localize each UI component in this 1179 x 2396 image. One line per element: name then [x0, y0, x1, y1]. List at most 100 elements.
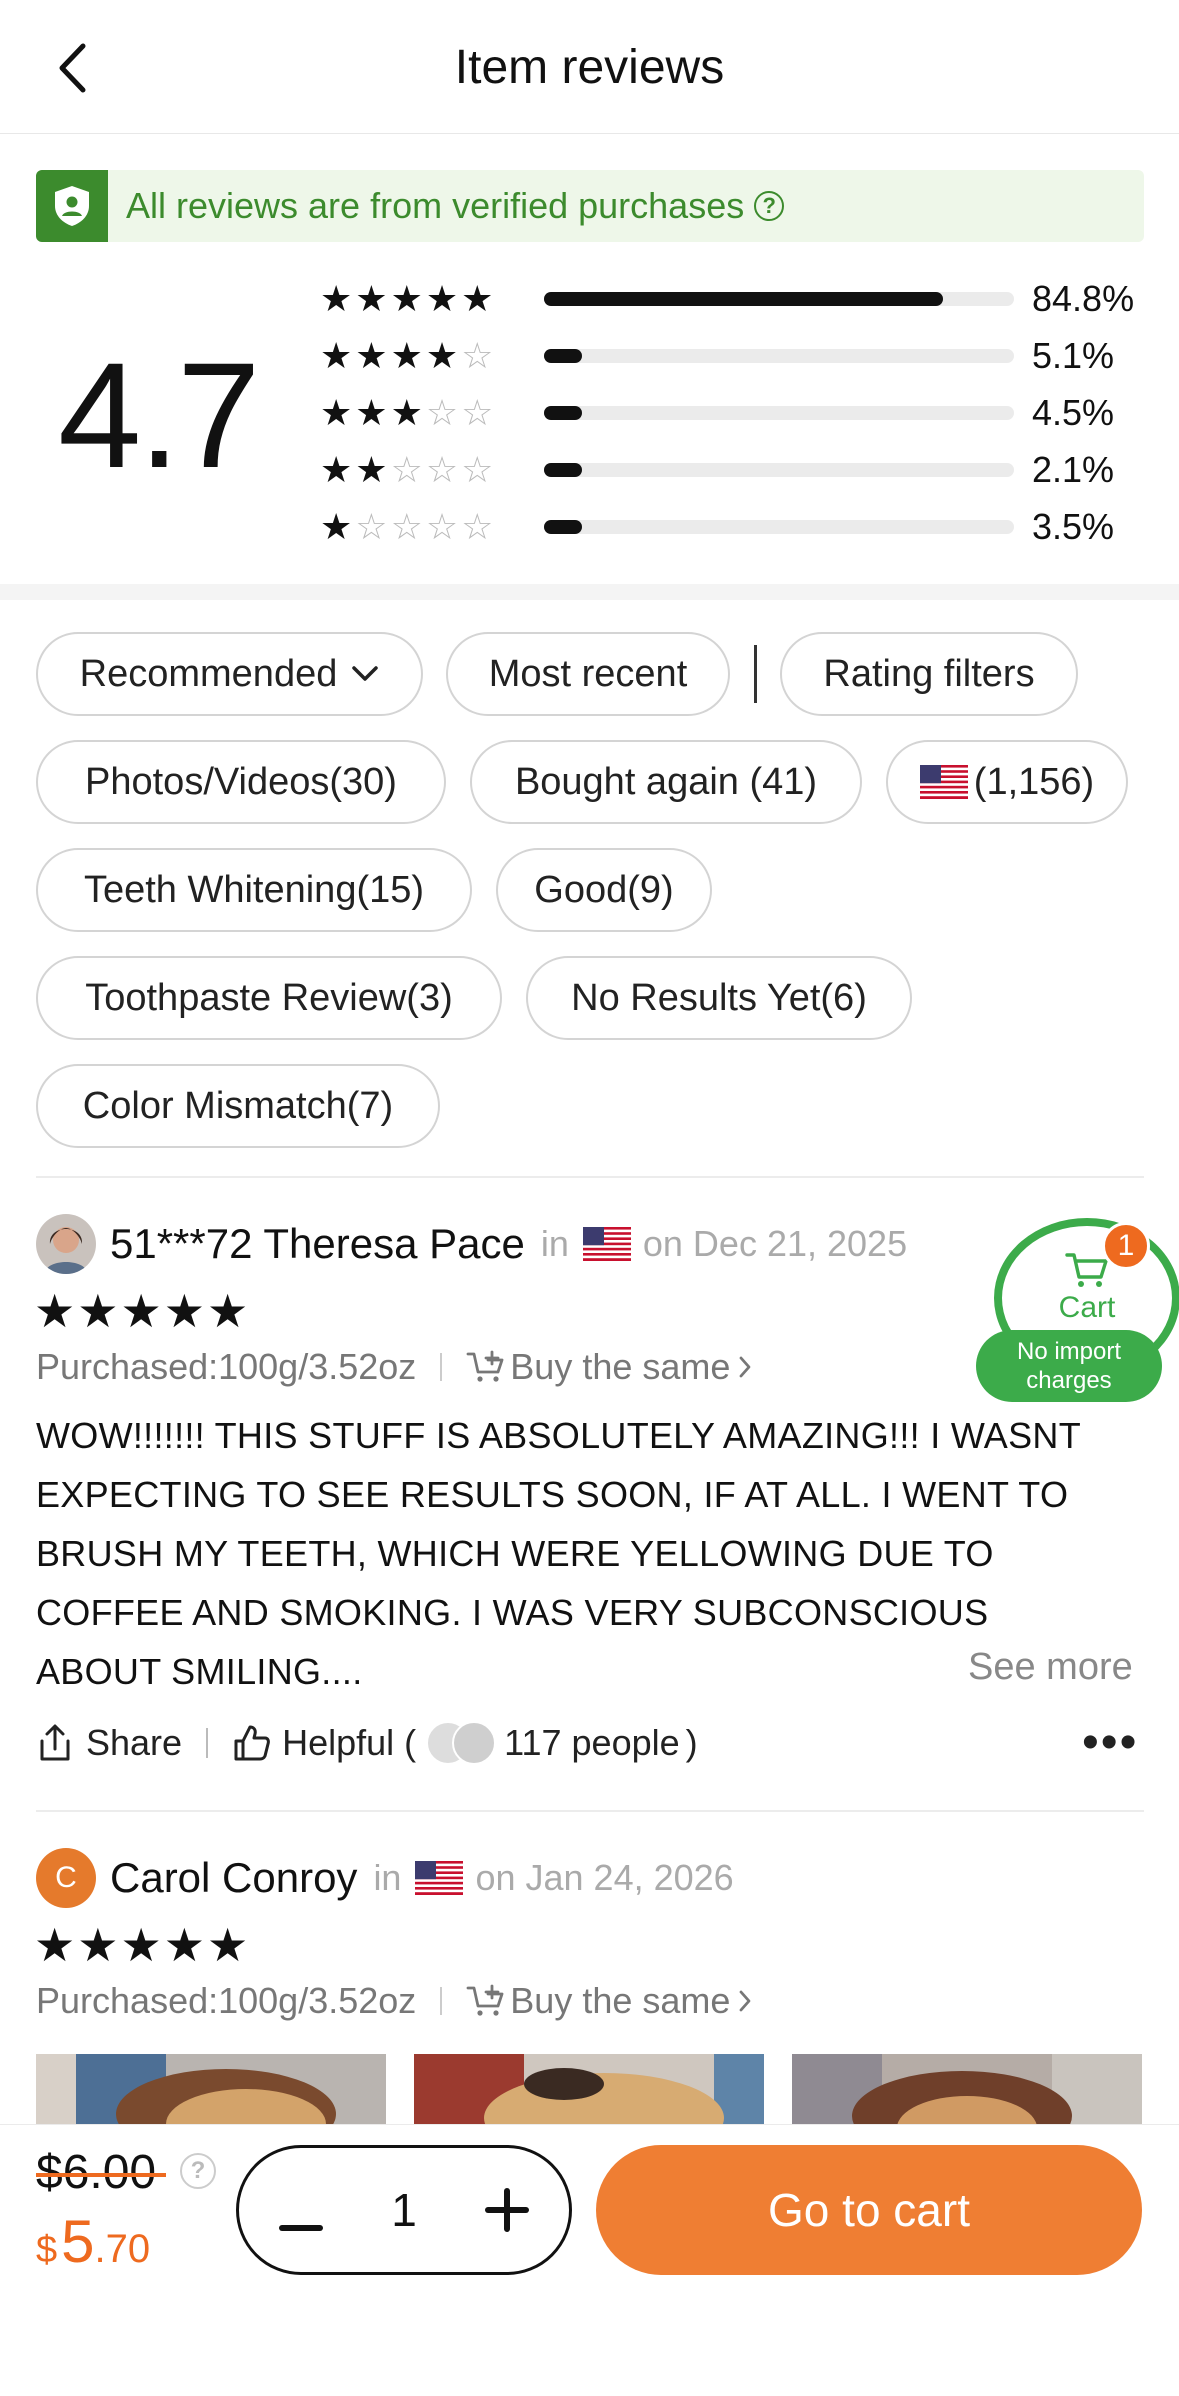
- rating-bar-track: [544, 292, 1014, 306]
- go-to-cart-button[interactable]: Go to cart: [596, 2145, 1142, 2275]
- header: Item reviews: [0, 0, 1179, 134]
- price-help-icon[interactable]: ?: [180, 2153, 216, 2189]
- buy-the-same-link[interactable]: Buy the same: [466, 1980, 752, 2022]
- star-empty-icon: ☆: [425, 506, 462, 547]
- review-actions: Share Helpful ( 117 people ): [36, 1718, 698, 1768]
- avatar[interactable]: C: [36, 1848, 96, 1908]
- filter-color-mismatch[interactable]: Color Mismatch(7): [36, 1064, 440, 1148]
- more-options-icon[interactable]: •••: [1082, 1719, 1138, 1767]
- avatar: [452, 1721, 497, 1765]
- cart-label: Cart: [1058, 1291, 1116, 1324]
- star-filled-icon: ★: [320, 392, 356, 433]
- rating-bar-track: [544, 520, 1014, 534]
- chevron-right-icon: [740, 1990, 751, 2012]
- filter-teeth-whitening[interactable]: Teeth Whitening(15): [36, 848, 472, 932]
- rating-row-4-star[interactable]: ★★★★☆ 5.1%: [320, 328, 1160, 384]
- filter-bought-again[interactable]: Bought again (41): [470, 740, 862, 824]
- review-photo[interactable]: [36, 2054, 386, 2124]
- star-filled-icon: ★: [320, 449, 356, 490]
- star-empty-icon: ☆: [461, 392, 497, 433]
- chip-label: Color Mismatch(7): [82, 1084, 394, 1127]
- quantity-value[interactable]: 1: [391, 2183, 417, 2237]
- cart-icon: [1065, 1253, 1108, 1287]
- minus-icon: [279, 2225, 323, 2231]
- filter-toothpaste-review[interactable]: Toothpaste Review(3): [36, 956, 502, 1040]
- verified-banner: All reviews are from verified purchases …: [36, 170, 1144, 242]
- review-photo[interactable]: [792, 2054, 1142, 2124]
- star-filled-icon: ★: [355, 335, 391, 376]
- rating-filters-chip[interactable]: Rating filters: [780, 632, 1078, 716]
- rating-row-5-star[interactable]: ★★★★★ 84.8%: [320, 271, 1160, 327]
- filter-no-results-yet[interactable]: No Results Yet(6): [526, 956, 912, 1040]
- rating-bar-fill: [544, 463, 582, 477]
- filter-photos-videos[interactable]: Photos/Videos(30): [36, 740, 446, 824]
- rating-bar-track: [544, 406, 1014, 420]
- star-filled-icon: ★: [320, 506, 356, 547]
- purchased-info: Purchased:100g/3.52oz Buy the same: [36, 1980, 752, 2022]
- rating-bar-fill: [544, 520, 582, 534]
- sort-recommended-dropdown[interactable]: Recommended: [36, 632, 423, 716]
- share-label: Share: [86, 1722, 183, 1763]
- star-filled-icon: ★: [461, 278, 497, 319]
- rating-percent: 4.5%: [1032, 392, 1115, 433]
- star-empty-icon: ☆: [461, 449, 497, 490]
- currency-symbol: $: [36, 2229, 58, 2271]
- floating-cart[interactable]: Cart 1 No import charges: [976, 1216, 1179, 1402]
- purchased-info: Purchased:100g/3.52oz Buy the same: [36, 1346, 752, 1388]
- review-date: on Dec 21, 2025: [642, 1223, 908, 1264]
- rating-stars: ★★★★☆: [320, 336, 530, 376]
- avatar[interactable]: [36, 1214, 96, 1274]
- quantity-stepper: 1: [236, 2145, 572, 2275]
- rating-percent: 84.8%: [1032, 278, 1135, 319]
- rating-bar-fill: [544, 349, 582, 363]
- helpful-suffix: ): [685, 1722, 698, 1763]
- share-icon: [40, 1724, 70, 1761]
- helpful-button[interactable]: Helpful ( 117 people ): [232, 1721, 698, 1765]
- price-main: 5: [61, 2208, 95, 2275]
- rating-row-2-star[interactable]: ★★☆☆☆ 2.1%: [320, 442, 1160, 498]
- sort-label: Recommended: [79, 652, 338, 695]
- filter-good[interactable]: Good(9): [496, 848, 712, 932]
- purchased-variant: Purchased:100g/3.52oz: [36, 1980, 417, 2021]
- increase-button[interactable]: [485, 2178, 529, 2242]
- help-icon[interactable]: ?: [754, 191, 785, 221]
- star-empty-icon: ☆: [461, 335, 497, 376]
- buy-same-label: Buy the same: [510, 1980, 731, 2021]
- review-text: WOW!!!!!!! THIS STUFF IS ABSOLUTELY AMAZ…: [36, 1415, 1081, 1692]
- review-stars: ★★★★★: [34, 1919, 251, 1971]
- decrease-button[interactable]: [279, 2178, 323, 2242]
- see-more-link[interactable]: See more: [968, 1646, 1133, 1689]
- cart-count-badge: 1: [1102, 1222, 1150, 1270]
- sort-most-recent[interactable]: Most recent: [446, 632, 730, 716]
- rating-row-1-star[interactable]: ★☆☆☆☆ 3.5%: [320, 499, 1160, 555]
- rating-percent: 5.1%: [1032, 335, 1115, 376]
- review-stars: ★★★★★: [34, 1285, 251, 1337]
- rating-percent: 3.5%: [1032, 506, 1115, 547]
- chevron-right-icon: [740, 1356, 751, 1378]
- rating-stars: ★★★☆☆: [320, 393, 530, 433]
- reviewer-name: Carol Conroy: [110, 1854, 358, 1901]
- no-import-charges-tag: No import charges: [976, 1330, 1162, 1402]
- buy-the-same-link[interactable]: Buy the same: [466, 1346, 752, 1388]
- cart-plus-icon: [466, 1350, 504, 1382]
- chip-label: No Results Yet(6): [571, 976, 867, 1019]
- star-filled-icon: ★: [320, 335, 356, 376]
- star-empty-icon: ☆: [355, 506, 391, 547]
- rating-row-3-star[interactable]: ★★★☆☆ 4.5%: [320, 385, 1160, 441]
- star-empty-icon: ☆: [390, 449, 426, 490]
- share-button[interactable]: Share: [36, 1722, 182, 1764]
- filter-country[interactable]: (1,156): [886, 740, 1128, 824]
- pipe-divider: [440, 1353, 443, 1381]
- section-divider: [0, 584, 1179, 600]
- chip-label: Photos/Videos(30): [85, 760, 397, 803]
- chip-label: Good(9): [534, 868, 674, 911]
- star-filled-icon: ★: [425, 335, 462, 376]
- thumbs-up-icon: [234, 1725, 270, 1761]
- helpful-avatars: [426, 1721, 497, 1765]
- price-cents: .70: [94, 2227, 151, 2271]
- us-flag-icon: [919, 765, 968, 799]
- rating-bar-track: [544, 463, 1014, 477]
- review-photo[interactable]: [414, 2054, 764, 2124]
- buy-same-label: Buy the same: [510, 1346, 731, 1387]
- page-title: Item reviews: [454, 41, 725, 94]
